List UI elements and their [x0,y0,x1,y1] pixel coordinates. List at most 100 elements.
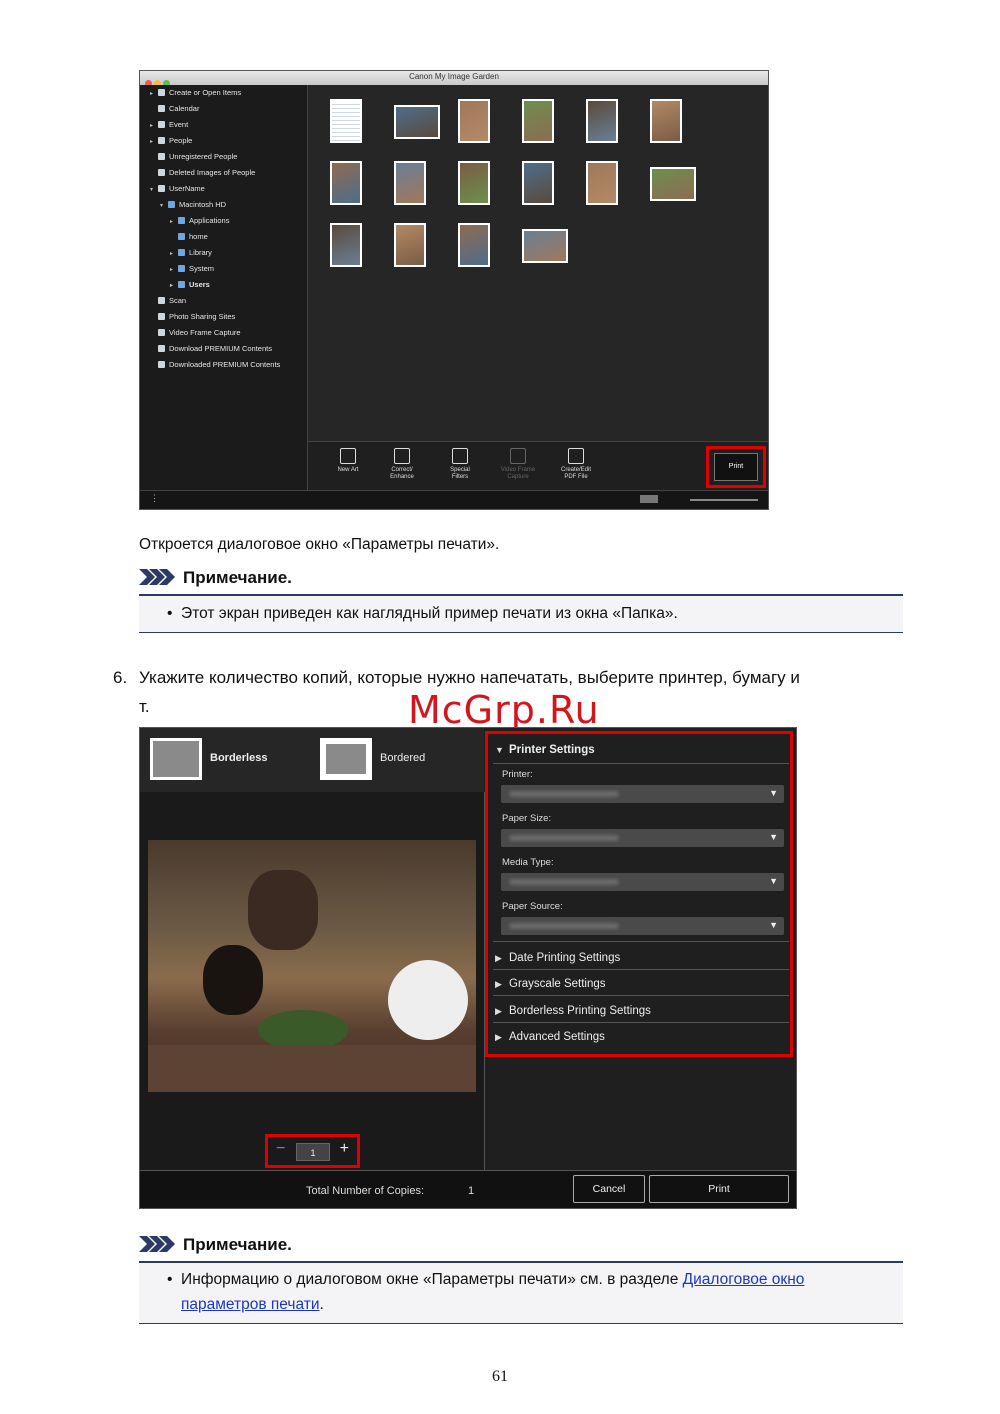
dialog-bottom-bar: Total Number of Copies: 1 Cancel Print [140,1170,796,1208]
sidebar-item[interactable]: ▸ Library [170,247,212,258]
sidebar-item-label: Downloaded PREMIUM Contents [169,360,281,369]
disclosure-arrow-icon[interactable]: ▸ [170,217,178,228]
collapsed-triangle-icon: ▶ [495,953,502,963]
photo-thumbnail[interactable] [330,99,362,143]
copies-stepper: − 1 + [265,1134,360,1168]
sidebar-item[interactable]: Download PREMIUM Contents [150,343,272,354]
zoom-slider[interactable] [690,499,758,501]
photo-thumbnail[interactable] [522,99,554,143]
sidebar-item[interactable]: ▸ System [170,263,214,274]
advanced-settings-header[interactable]: ▶ Advanced Settings [495,1031,605,1043]
note-text-1: Этот экран приведен как наглядный пример… [181,605,678,622]
disclosure-arrow-icon[interactable]: ▸ [170,265,178,276]
borderless-layout-icon [150,738,202,780]
disclosure-arrow-icon[interactable]: ▾ [150,185,158,196]
print-button-highlight: Print [706,446,766,488]
print-dialog-button[interactable]: Print [649,1175,789,1203]
dialog-opens-text: Откроется диалоговое окно «Параметры печ… [139,536,500,553]
sidebar: ▸ Create or Open Items Calendar ▸ Event ▸ Peop… [140,85,308,492]
printer-select[interactable]: ▼ [501,785,784,803]
sidebar-item[interactable]: ▾ Macintosh HD [160,199,226,210]
sidebar-item-label: Create or Open Items [169,88,242,97]
sidebar-item[interactable]: Calendar [150,103,199,114]
sidebar-item[interactable]: ▸ Applications [170,215,229,226]
create-edit-pdf-button[interactable]: Create/Edit PDF File [550,448,602,481]
dropdown-arrow-icon: ▼ [769,788,778,798]
grayscale-settings-header[interactable]: ▶ Grayscale Settings [495,978,606,990]
sidebar-item[interactable]: Deleted Images of People [150,167,255,178]
increase-copies-button[interactable]: + [340,1140,349,1158]
item-icon [158,153,165,160]
bottom-toolbar: New Art Correct/ Enhance Special Filters… [308,441,768,493]
photo-thumbnail[interactable] [522,229,568,263]
sidebar-item[interactable]: ▸ Event [150,119,188,130]
note-text-2-suffix: . [319,1296,324,1313]
sidebar-item-label: Video Frame Capture [169,328,241,337]
disclosure-arrow-icon[interactable]: ▸ [170,281,178,292]
disclosure-arrow-icon[interactable]: ▸ [150,137,158,148]
borderless-printing-settings-header[interactable]: ▶ Borderless Printing Settings [495,1005,651,1017]
sidebar-item[interactable]: Unregistered People [150,151,237,162]
folder-icon [178,233,185,240]
sidebar-item[interactable]: Photo Sharing Sites [150,311,235,322]
photo-thumbnail[interactable] [650,99,682,143]
paper-source-select[interactable]: ▼ [501,917,784,935]
media-type-select[interactable]: ▼ [501,873,784,891]
link-text-line1: Диалоговое окно [682,1271,805,1288]
info-icon[interactable]: ⋮ [150,493,159,504]
print-settings-dialog-screenshot: Borderless Bordered − 1 + ▼ Printer Setti… [139,727,797,1209]
print-settings-dialog-link[interactable]: Диалоговое окно [683,1271,805,1288]
view-mode-icon[interactable] [640,495,658,503]
note-bullet-2: • Информацию о диалоговом окне «Параметр… [167,1271,805,1288]
photo-thumbnail[interactable] [394,105,440,139]
sidebar-item[interactable]: ▸ Users [170,279,210,290]
sidebar-item[interactable]: Downloaded PREMIUM Contents [150,359,280,370]
note-title-2: Примечание. [183,1235,292,1254]
print-settings-dialog-link-2[interactable]: параметров печати [181,1296,320,1313]
total-copies: Total Number of Copies: 1 [306,1185,474,1197]
cancel-button[interactable]: Cancel [573,1175,645,1203]
sidebar-item[interactable]: Scan [150,295,186,306]
sidebar-item[interactable]: ▸ Create or Open Items [150,87,241,98]
disclosure-arrow-icon[interactable]: ▸ [170,249,178,260]
photo-thumbnail[interactable] [330,161,362,205]
sidebar-item[interactable]: Video Frame Capture [150,327,241,338]
sidebar-item-label: Photo Sharing Sites [169,312,236,321]
photo-thumbnail[interactable] [522,161,554,205]
note-rule-bottom-1 [139,632,903,633]
correct-enhance-button[interactable]: Correct/ Enhance [376,448,428,481]
collapsed-triangle-icon: ▶ [495,1006,502,1016]
disclosure-arrow-icon[interactable]: ▸ [150,89,158,100]
video-frame-capture-button[interactable]: Video Frame Capture [492,448,544,481]
disclosure-arrow-icon[interactable]: ▾ [160,201,168,212]
photo-thumbnail[interactable] [330,223,362,267]
photo-thumbnail[interactable] [586,161,618,205]
item-icon [158,313,165,320]
photo-thumbnail[interactable] [458,99,490,143]
note-title-1: Примечание. [183,568,292,587]
sidebar-item[interactable]: ▸ People [150,135,192,146]
photo-thumbnail[interactable] [586,99,618,143]
photo-thumbnail[interactable] [650,167,696,201]
status-bar: ⋮ [140,490,768,509]
special-filters-button[interactable]: Special Filters [434,448,486,481]
sidebar-item[interactable]: home [170,231,208,242]
sidebar-item[interactable]: ▾ UserName [150,183,205,194]
photo-thumbnail[interactable] [458,161,490,205]
disclosure-arrow-icon[interactable]: ▸ [150,121,158,132]
correct-enhance-label: Correct/ Enhance [390,467,414,480]
new-art-label: New Art [337,467,359,473]
advanced-settings-title: Advanced Settings [509,1031,605,1043]
photo-thumbnail[interactable] [394,223,426,267]
paper-size-select[interactable]: ▼ [501,829,784,847]
print-button[interactable]: Print [714,453,758,481]
date-printing-settings-header[interactable]: ▶ Date Printing Settings [495,952,620,964]
copies-input[interactable]: 1 [296,1143,330,1161]
printer-settings-header[interactable]: ▼ Printer Settings [495,744,595,756]
note-heading-1: Примечание. [139,568,292,588]
photo-thumbnail[interactable] [458,223,490,267]
new-art-button[interactable]: New Art [322,448,374,474]
decrease-copies-button[interactable]: − [276,1140,285,1158]
note-bullet-1: • Этот экран приведен как наглядный прим… [167,605,678,622]
photo-thumbnail[interactable] [394,161,426,205]
